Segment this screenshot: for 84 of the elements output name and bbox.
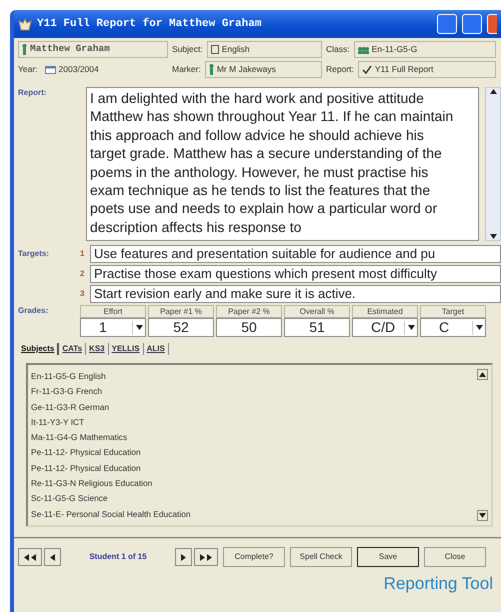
marker-label: Marker: <box>172 63 201 76</box>
report-value: Y11 Full Report <box>374 63 434 76</box>
grade-dropdown[interactable]: C <box>420 318 486 337</box>
window-title: Y11 Full Report for Matthew Graham <box>37 16 262 32</box>
calendar-icon <box>44 66 56 74</box>
subject-list-item[interactable]: Se-11-E- Personal Social Health Education <box>31 506 474 522</box>
subject-list-item[interactable]: En-11-G5-G English <box>31 369 474 384</box>
maximize-button[interactable] <box>462 14 482 34</box>
grade-heading: Estimated <box>352 305 418 318</box>
target-number: 3 <box>80 288 86 300</box>
grade-field[interactable]: 52 <box>148 318 214 337</box>
grade-heading: Paper #1 % <box>148 305 214 318</box>
scroll-up-button[interactable] <box>477 369 488 380</box>
group-icon <box>358 46 369 54</box>
subject-list-item[interactable]: Re-11-G3-N Religious Education <box>31 476 474 492</box>
target-field[interactable]: Use features and presentation suitable for audience and pu <box>90 245 501 263</box>
grade-heading: Paper #2 % <box>216 305 282 318</box>
subject-list-item[interactable]: Sc-11-G5-G Science <box>31 491 474 507</box>
year-label: Year: <box>18 63 38 76</box>
action-button[interactable]: Close <box>424 547 486 567</box>
student-name: Matthew Graham <box>30 42 110 56</box>
minimize-button[interactable] <box>437 14 457 34</box>
scroll-up-icon <box>490 88 496 95</box>
person-icon <box>208 64 214 75</box>
next-record-button[interactable] <box>175 548 192 566</box>
target-field[interactable]: Start revision early and make sure it is active. <box>90 285 501 303</box>
previous-record-button[interactable] <box>44 548 61 566</box>
app-icon <box>18 18 32 30</box>
first-record-button[interactable] <box>18 548 42 566</box>
tab[interactable]: YELLIS <box>108 343 144 355</box>
tab[interactable]: CATs <box>59 343 86 355</box>
caret-down-icon <box>408 324 414 331</box>
subject-list-item[interactable]: Pe-11-12- Physical Education <box>31 445 474 461</box>
class-value: En-11-G5-G <box>372 43 418 56</box>
target-number: 2 <box>80 268 86 280</box>
marker-value: Mr M Jakeways <box>216 63 276 76</box>
dropdown-button[interactable] <box>472 320 485 334</box>
class-label: Class: <box>326 43 350 56</box>
caret-up-icon <box>479 371 486 378</box>
action-button[interactable]: Save <box>357 547 419 567</box>
caret-left-icon <box>49 554 56 560</box>
subject-label: Subject: <box>172 43 203 56</box>
dropdown-button[interactable] <box>132 320 145 334</box>
subject-list-item[interactable]: Ge-11-G3-R German <box>31 400 474 415</box>
tab[interactable]: Subjects <box>18 343 60 355</box>
caret-right-icon <box>180 554 187 560</box>
scroll-down-button[interactable] <box>477 510 488 521</box>
caret-down-icon <box>476 324 482 331</box>
grade-dropdown[interactable]: C/D <box>352 318 418 337</box>
grade-field[interactable]: 50 <box>216 318 282 337</box>
grade-heading: Overall % <box>284 305 350 318</box>
grade-dropdown[interactable]: 1 <box>80 318 146 337</box>
targets-label: Targets: <box>18 248 50 260</box>
report-section-label: Report: <box>18 87 48 99</box>
grade-heading: Target <box>420 305 486 318</box>
person-icon <box>22 44 27 55</box>
subject-list-item[interactable]: Fr-11-G3-G French <box>31 384 474 400</box>
grades-label: Grades: <box>18 305 50 317</box>
tick-icon <box>362 65 372 74</box>
close-button[interactable] <box>487 14 497 34</box>
target-number: 1 <box>80 248 86 260</box>
scroll-down-icon <box>490 233 496 240</box>
report-text-field[interactable]: I am delighted with the hard work and positive attitude Matthew has shown throughout Year 11. If he can maintain this approach and follow advice he should achieve his target grade. Matthew has a secure understanding of the poems in the anthology. However, he must practise his exam technique as he tends to list the features that the poets use and needs to explain how a particular word or description affects his response to <box>86 87 479 241</box>
last-record-button[interactable] <box>194 548 218 566</box>
subject-list-item[interactable]: Ma-11-G4-G Mathematics <box>31 430 474 446</box>
target-field[interactable]: Practise those exam questions which present most difficulty <box>90 265 501 283</box>
caret-down-icon <box>479 512 486 519</box>
subject-list-item[interactable]: Pe-11-12- Physical Education <box>31 460 474 476</box>
book-icon <box>210 45 219 54</box>
caption: Reporting Tool <box>382 573 494 595</box>
subject-value: English <box>222 43 250 56</box>
grade-heading: Effort <box>80 305 146 318</box>
dropdown-button[interactable] <box>404 320 417 334</box>
action-button[interactable]: Spell Check <box>290 547 352 567</box>
grade-field[interactable]: 51 <box>284 318 350 337</box>
caret-down-icon <box>136 324 142 331</box>
year-value: 2003/2004 <box>58 63 99 76</box>
subject-list-item[interactable]: It-11-Y3-Y ICT <box>31 414 474 430</box>
tab[interactable]: ALIS <box>144 343 169 355</box>
action-button[interactable]: Complete? <box>223 547 285 567</box>
tab[interactable]: KS3 <box>86 343 109 355</box>
report-label: Report: <box>326 63 354 76</box>
scrollbar[interactable] <box>485 87 501 241</box>
record-counter: Student 1 of 15 <box>88 551 148 563</box>
